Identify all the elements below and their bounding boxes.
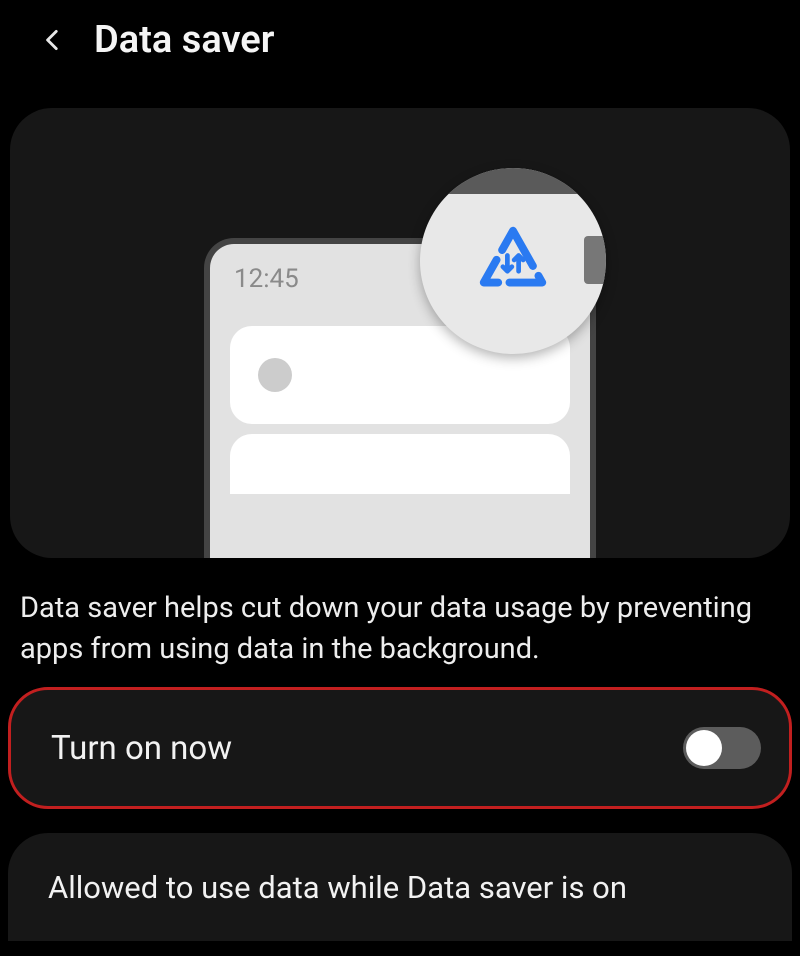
- page-title: Data saver: [94, 18, 274, 62]
- allowed-apps-label: Allowed to use data while Data saver is …: [48, 869, 627, 906]
- illustration-card: 12:45: [10, 108, 790, 558]
- allowed-apps-row[interactable]: Allowed to use data while Data saver is …: [8, 833, 792, 941]
- description-text: Data saver helps cut down your data usag…: [0, 558, 800, 687]
- magnifier-circle: [420, 168, 606, 354]
- turn-on-now-row[interactable]: Turn on now: [8, 687, 792, 809]
- phone-time: 12:45: [234, 264, 299, 294]
- magnifier-topbar: [420, 168, 606, 194]
- phone-mock-dot: [258, 358, 292, 392]
- header: Data saver: [0, 0, 800, 80]
- turn-on-now-switch[interactable]: [683, 727, 761, 769]
- phone-mock-card-2: [230, 434, 570, 494]
- turn-on-now-label: Turn on now: [51, 729, 232, 768]
- data-saver-triangle-icon: [477, 224, 549, 296]
- back-icon[interactable]: [40, 27, 66, 53]
- switch-knob: [686, 730, 722, 766]
- battery-icon: [584, 236, 606, 284]
